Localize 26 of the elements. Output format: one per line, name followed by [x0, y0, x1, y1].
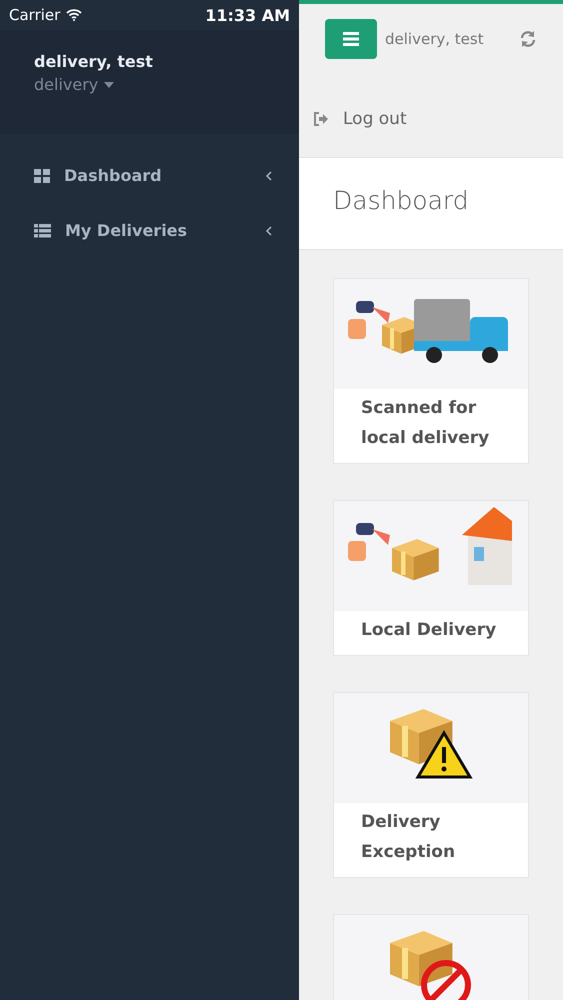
status-time: 11:33 AM — [205, 6, 290, 24]
role-dropdown[interactable]: delivery — [34, 75, 265, 94]
list-icon — [34, 224, 51, 238]
logout-link[interactable]: Log out — [299, 59, 563, 157]
carrier-name: Carrier — [9, 6, 60, 24]
card-title: Local Delivery — [360, 619, 498, 642]
user-name: delivery, test — [34, 52, 154, 71]
nav-item[interactable]: Dashboard — [0, 148, 299, 203]
sign-out-icon — [313, 112, 329, 126]
dashboard-card[interactable] — [333, 914, 529, 1000]
dashboard-card[interactable]: Local Delivery — [333, 500, 529, 656]
menu-icon — [343, 32, 359, 46]
dashboard-card[interactable]: Scanned for local delivery — [333, 278, 529, 464]
card-title: Delivery Exception — [360, 811, 456, 864]
nav-label: Dashboard — [64, 166, 163, 185]
nav-label: My Deliveries — [65, 221, 188, 240]
grid-icon — [34, 168, 50, 182]
dashboard-card[interactable]: Delivery Exception — [333, 692, 529, 878]
card-title: Scanned for local delivery — [360, 397, 490, 450]
refresh-icon[interactable] — [519, 30, 537, 48]
user-name: delivery, test — [385, 30, 484, 48]
menu-button[interactable] — [325, 19, 377, 59]
nav-item[interactable]: My Deliveries — [0, 203, 299, 258]
wifi-icon — [66, 9, 82, 21]
page-title: Dashboard — [333, 186, 470, 215]
caret-icon — [104, 82, 114, 88]
